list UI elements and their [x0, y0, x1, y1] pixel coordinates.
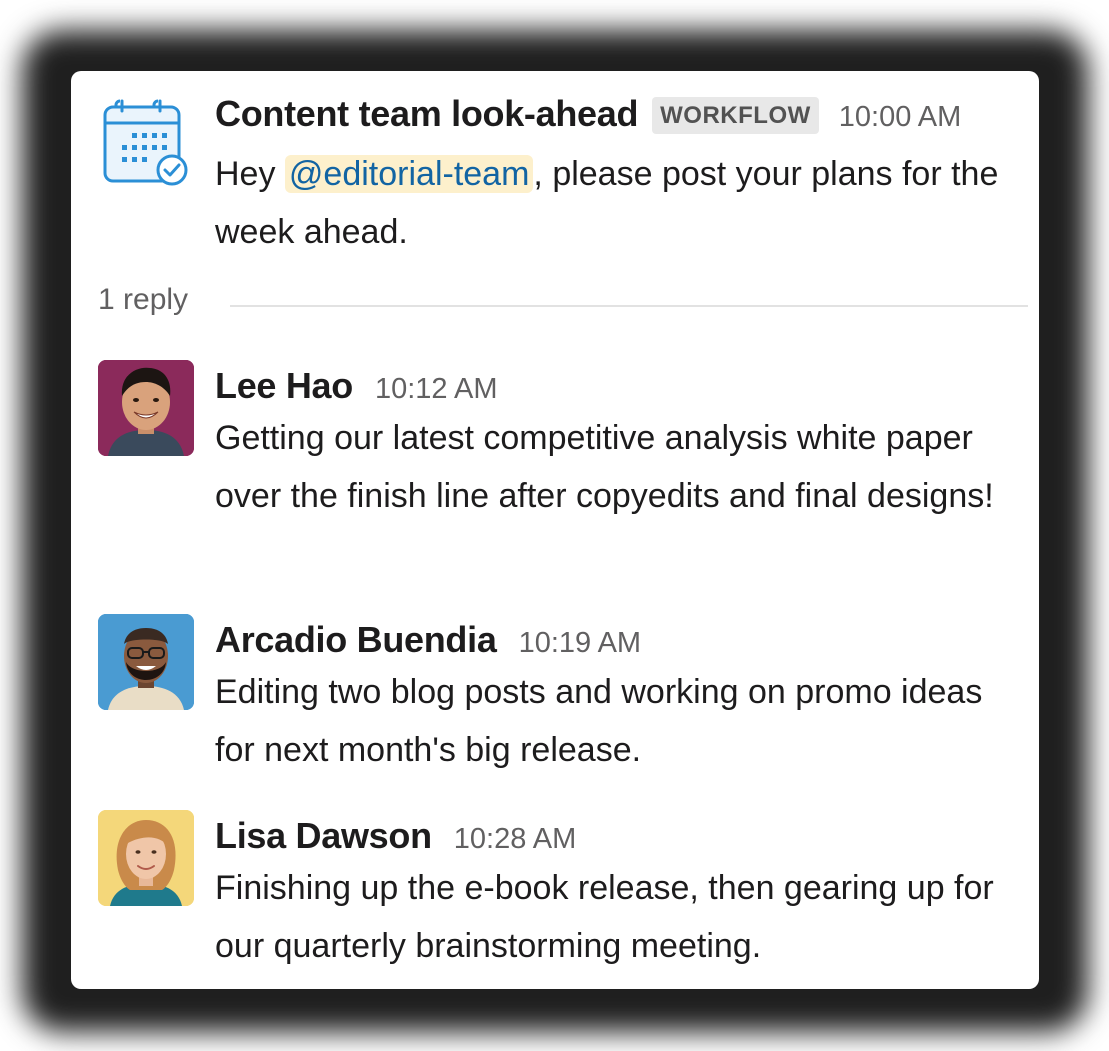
reply-header: Arcadio Buendia 10:19 AM: [215, 619, 641, 661]
thread-reply-divider: 1 reply: [98, 283, 1028, 327]
message-text: Editing two blog posts and working on pr…: [215, 673, 983, 769]
calendar-check-icon: [102, 97, 192, 187]
message-text: Getting our latest competitive analysis …: [215, 419, 994, 515]
avatar[interactable]: [98, 614, 194, 710]
reply-header: Lisa Dawson 10:28 AM: [215, 815, 576, 857]
message-timestamp[interactable]: 10:00 AM: [839, 101, 962, 134]
message-timestamp[interactable]: 10:19 AM: [519, 627, 642, 660]
reply-count-link[interactable]: 1 reply: [98, 283, 188, 317]
message-timestamp[interactable]: 10:12 AM: [375, 373, 498, 406]
divider-line: [230, 305, 1028, 307]
sender-name[interactable]: Arcadio Buendia: [215, 619, 497, 661]
message-timestamp[interactable]: 10:28 AM: [454, 823, 577, 856]
sender-name[interactable]: Lisa Dawson: [215, 815, 432, 857]
message-thread-card: Content team look-ahead WORKFLOW 10:00 A…: [71, 71, 1039, 989]
workflow-message-header: Content team look-ahead WORKFLOW 10:00 A…: [215, 93, 961, 137]
message-text: Finishing up the e-book release, then ge…: [215, 869, 994, 965]
message-text-prefix: Hey: [215, 155, 285, 193]
sender-name[interactable]: Lee Hao: [215, 365, 353, 407]
workflow-message-text: Hey @editorial-team, please post your pl…: [215, 145, 1025, 261]
user-group-mention[interactable]: @editorial-team: [284, 155, 534, 193]
reply-header: Lee Hao 10:12 AM: [215, 365, 497, 407]
workflow-title[interactable]: Content team look-ahead: [215, 93, 638, 135]
workflow-badge: WORKFLOW: [652, 97, 819, 134]
avatar[interactable]: [98, 360, 194, 456]
avatar[interactable]: [98, 810, 194, 906]
